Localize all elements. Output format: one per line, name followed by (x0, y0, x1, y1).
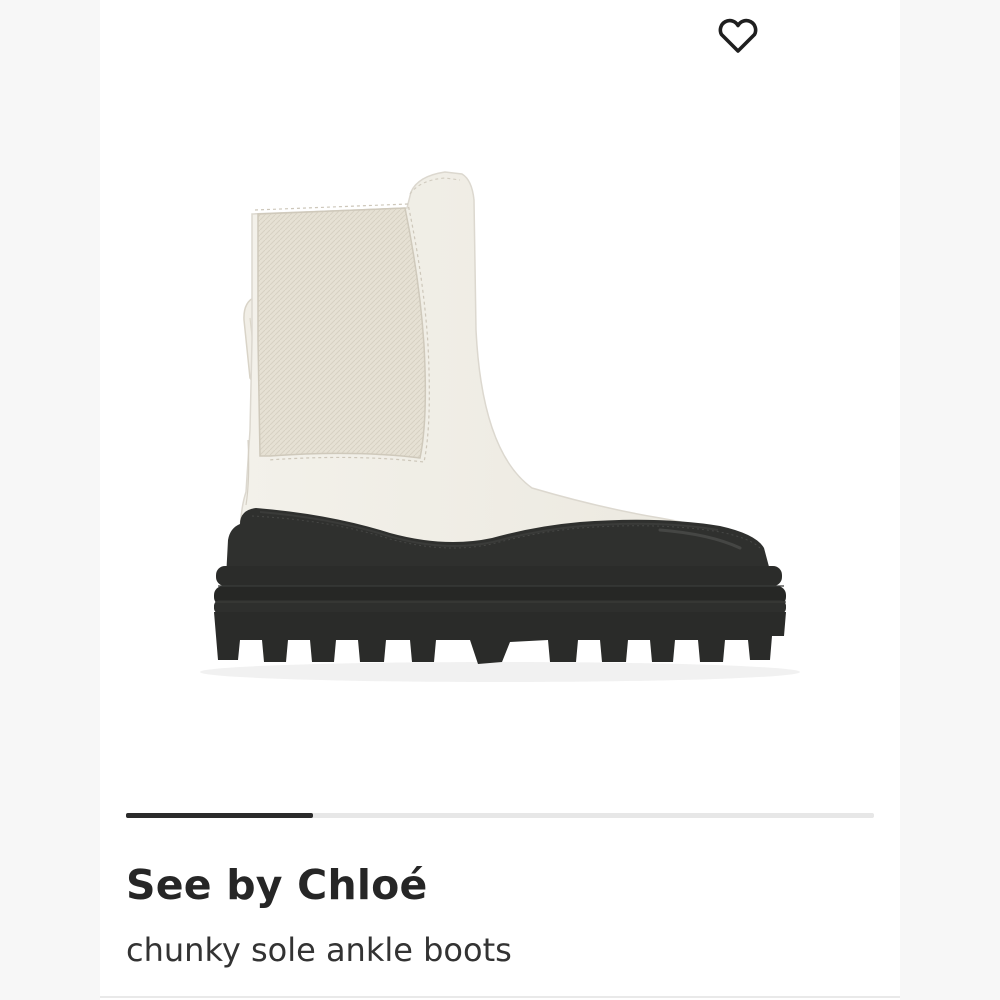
product-name[interactable]: chunky sole ankle boots (126, 932, 512, 969)
carousel-progress-indicator (126, 813, 874, 818)
product-card-screen: See by Chloé chunky sole ankle boots (0, 0, 1000, 1000)
brand-name[interactable]: See by Chloé (126, 861, 427, 909)
heart-outline-icon (718, 18, 758, 53)
favorite-button[interactable] (710, 14, 766, 58)
carousel-progress-fill (126, 813, 313, 818)
left-background (0, 0, 100, 1000)
product-image[interactable] (100, 80, 900, 800)
product-card[interactable]: See by Chloé chunky sole ankle boots (100, 0, 900, 1000)
card-bottom-divider (100, 996, 900, 998)
right-background (900, 0, 1000, 1000)
